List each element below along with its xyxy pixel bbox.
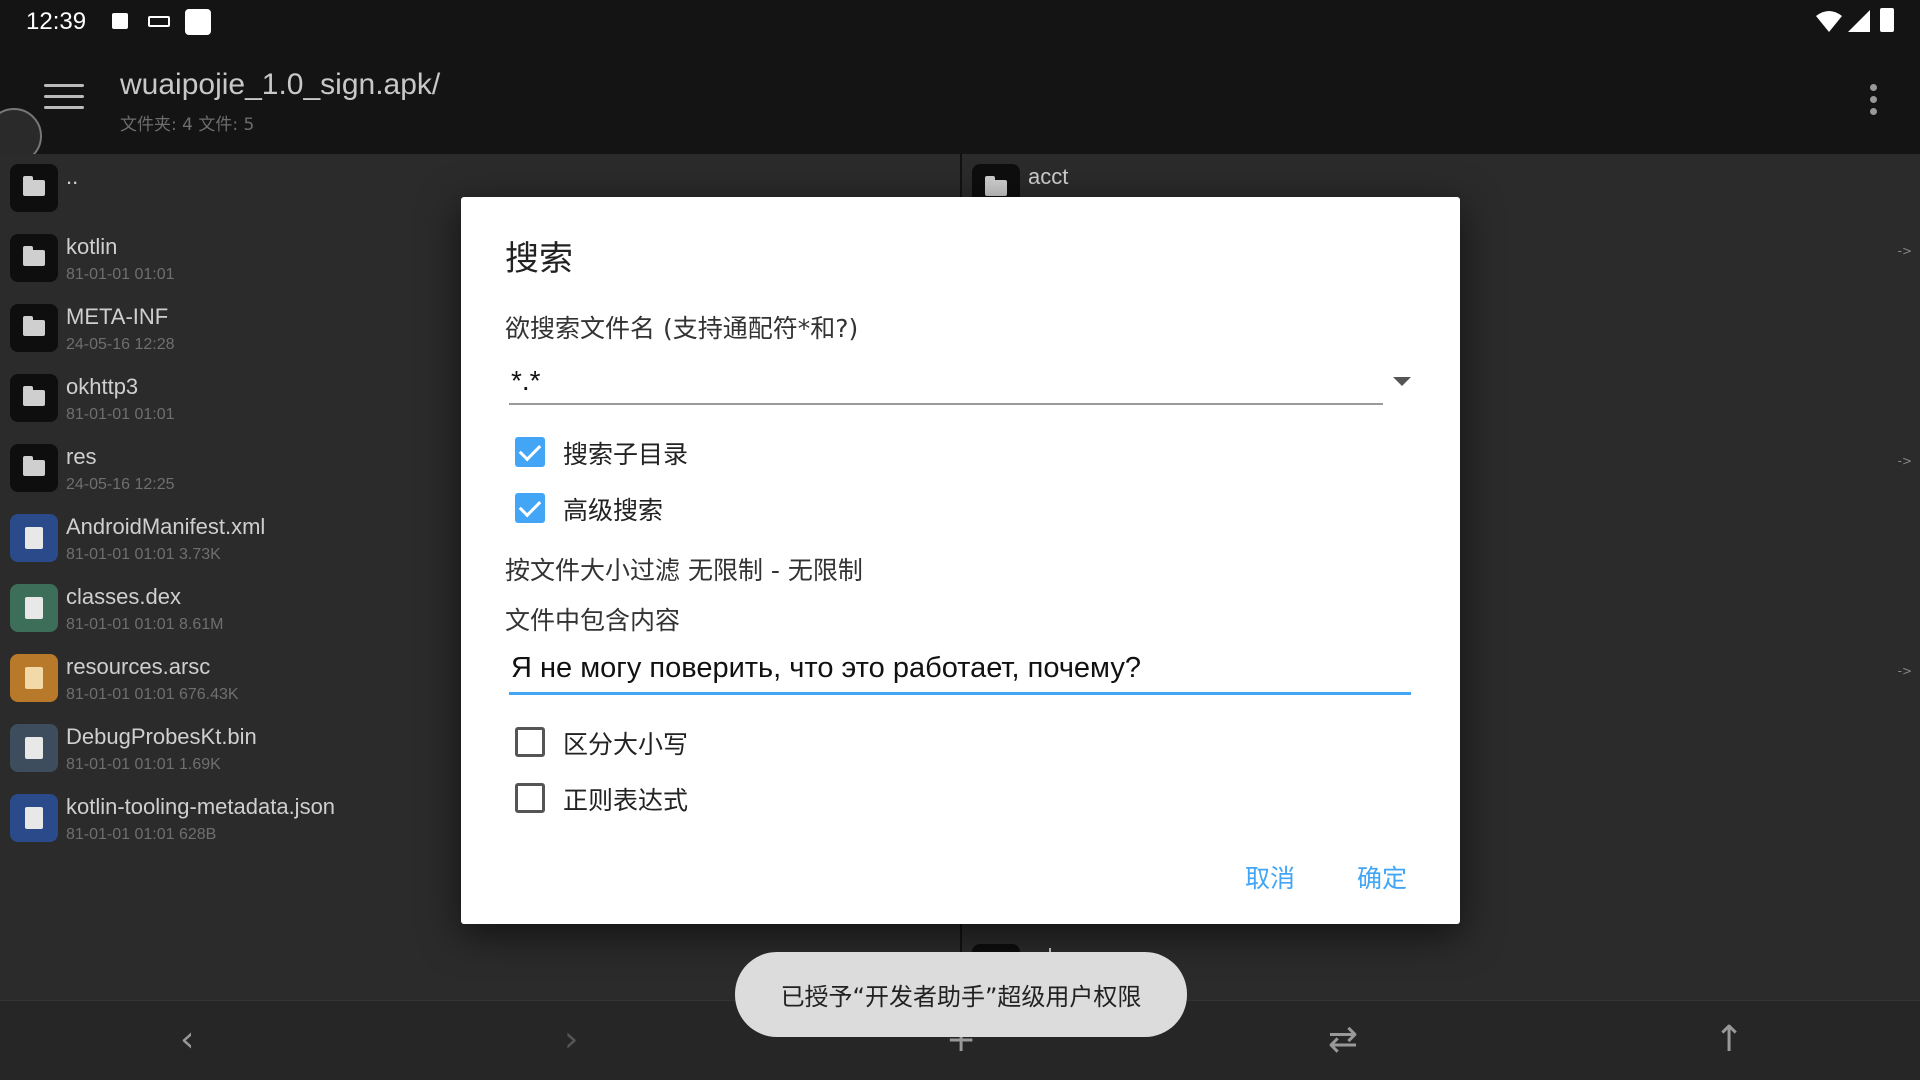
search-dialog: 搜索 欲搜索文件名 (支持通配符*和?) 搜索子目录 高级搜索 按文件大小过滤 … bbox=[461, 197, 1460, 924]
filename-pattern-input[interactable] bbox=[509, 359, 1383, 405]
checkbox-checked-icon[interactable] bbox=[515, 437, 545, 467]
case-sensitive-label: 区分大小写 bbox=[563, 730, 689, 759]
chevron-down-icon[interactable] bbox=[1393, 377, 1411, 386]
checkbox-unchecked-icon[interactable] bbox=[515, 727, 545, 757]
toast-text: 已授予“开发者助手”超级用户权限 bbox=[780, 983, 1142, 1011]
cancel-button[interactable]: 取消 bbox=[1245, 859, 1295, 895]
search-subdirs-label: 搜索子目录 bbox=[563, 440, 689, 469]
regex-label: 正则表达式 bbox=[563, 786, 689, 815]
ok-button[interactable]: 确定 bbox=[1357, 859, 1407, 895]
toast-message: 已授予“开发者助手”超级用户权限 bbox=[735, 952, 1187, 1037]
content-label: 文件中包含内容 bbox=[505, 606, 681, 635]
advanced-search-label: 高级搜索 bbox=[563, 496, 664, 525]
filename-label: 欲搜索文件名 (支持通配符*和?) bbox=[505, 314, 859, 343]
checkbox-unchecked-icon[interactable] bbox=[515, 783, 545, 813]
checkbox-checked-icon[interactable] bbox=[515, 493, 545, 523]
content-search-input[interactable] bbox=[509, 645, 1411, 695]
dialog-title: 搜索 bbox=[505, 239, 573, 279]
size-filter-label[interactable]: 按文件大小过滤 无限制 - 无限制 bbox=[505, 551, 863, 587]
